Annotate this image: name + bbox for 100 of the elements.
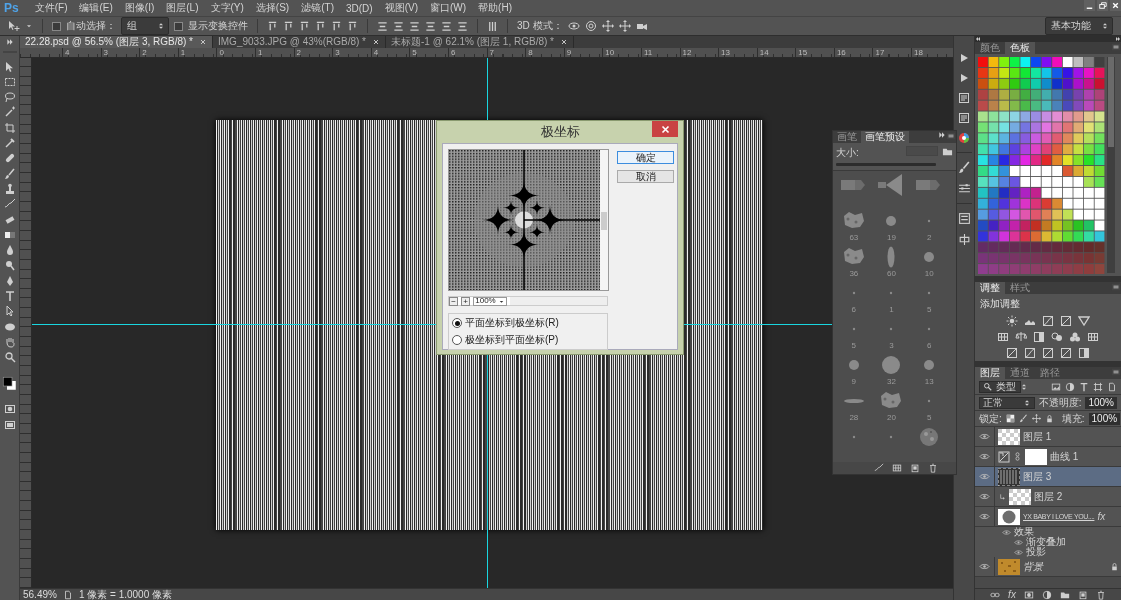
visibility-eye-icon[interactable]	[979, 451, 990, 462]
menu-item[interactable]: 文件(F)	[28, 1, 74, 15]
orbit-icon[interactable]	[567, 20, 580, 32]
halfsq-icon[interactable]	[1033, 331, 1045, 343]
distribute-icon[interactable]	[393, 20, 404, 32]
square-icon[interactable]	[1060, 315, 1072, 327]
zoom-out-button[interactable]: −	[449, 296, 458, 306]
document-tab[interactable]: 22.28.psd @ 56.5% (图层 3, RGB/8) *	[20, 36, 213, 48]
halfcircle-icon[interactable]	[1065, 381, 1075, 392]
restore-icon[interactable]	[1097, 0, 1108, 11]
trash-icon[interactable]	[1095, 589, 1106, 600]
type-icon[interactable]	[3, 290, 16, 303]
menu-item[interactable]: 编辑(E)	[73, 1, 119, 15]
trio-icon[interactable]	[1069, 331, 1081, 343]
panel-tab[interactable]: 颜色	[975, 42, 1005, 54]
halfsq-icon[interactable]	[1078, 347, 1090, 359]
align-icon[interactable]	[315, 20, 326, 32]
hand-icon[interactable]	[3, 335, 16, 348]
lock-icon[interactable]	[1044, 414, 1054, 423]
halfcircle-icon[interactable]	[1041, 589, 1052, 600]
type-icon[interactable]	[1079, 381, 1089, 392]
dialog-button[interactable]: 取消	[617, 170, 674, 183]
layout-icon[interactable]	[957, 233, 971, 246]
panel-tab[interactable]: 调整	[975, 282, 1005, 294]
sun-icon[interactable]	[1006, 315, 1018, 327]
brushmark-icon[interactable]	[874, 463, 884, 473]
brush-icon[interactable]	[957, 161, 971, 174]
scrollbar[interactable]	[600, 150, 608, 290]
brush-icon[interactable]	[1018, 414, 1028, 423]
fill-field[interactable]: 100%	[1088, 412, 1121, 425]
zoom-in-button[interactable]: +	[461, 296, 470, 306]
color-wheel-icon[interactable]	[958, 132, 970, 144]
grid-icon[interactable]	[1087, 331, 1099, 343]
visibility-eye-icon[interactable]	[979, 511, 990, 522]
distribute-icon[interactable]	[409, 20, 420, 32]
menu-item[interactable]: 选择(S)	[249, 1, 296, 15]
double-arrow-icon[interactable]	[1115, 36, 1121, 42]
close-icon[interactable]	[199, 38, 207, 46]
menu-icon[interactable]	[1111, 282, 1121, 292]
screen-icon[interactable]	[3, 418, 16, 431]
panel-tab[interactable]: 路径	[1035, 367, 1065, 379]
close-icon[interactable]	[559, 38, 568, 46]
target-icon[interactable]	[584, 20, 597, 32]
visibility-eye-icon[interactable]	[979, 561, 990, 572]
chain-icon[interactable]	[1013, 452, 1022, 461]
stamp-icon[interactable]	[3, 182, 16, 195]
radio-button[interactable]	[452, 318, 462, 328]
opacity-field[interactable]: 100%	[1085, 396, 1117, 409]
blend-mode-dropdown[interactable]: 正常	[979, 396, 1035, 409]
panel-tab[interactable]: 图层	[975, 367, 1005, 379]
newpage-icon[interactable]	[1077, 589, 1088, 600]
layer-row[interactable]: 图层 3	[975, 467, 1121, 487]
distribute-icon[interactable]	[377, 20, 388, 32]
pointer-icon[interactable]	[3, 305, 16, 318]
scrollbar[interactable]	[1107, 57, 1115, 273]
close-icon[interactable]	[1110, 0, 1121, 11]
menu-item[interactable]: 窗口(W)	[424, 1, 473, 15]
info-icon[interactable]	[958, 92, 970, 104]
checkbox[interactable]	[52, 21, 61, 31]
menu-icon[interactable]	[1111, 367, 1121, 377]
panel-tab[interactable]: 画笔	[833, 131, 861, 143]
paragraph-icon[interactable]	[957, 212, 971, 225]
crop-icon[interactable]	[3, 121, 16, 134]
page-icon[interactable]	[1107, 381, 1117, 392]
radio-button[interactable]	[452, 335, 462, 345]
workspace-dropdown[interactable]: 基本功能	[1045, 17, 1113, 35]
group-dropdown[interactable]: 组	[121, 17, 169, 35]
lasso-icon[interactable]	[3, 91, 16, 104]
menu-item[interactable]: 滤镜(T)	[295, 1, 340, 15]
layer-row[interactable]: 曲线 1	[975, 447, 1121, 467]
image-icon[interactable]	[1051, 381, 1061, 392]
menu-item[interactable]: 图层(L)	[160, 1, 205, 15]
align-icon[interactable]	[331, 20, 342, 32]
marquee-icon[interactable]	[3, 75, 16, 88]
scrollbar[interactable]	[510, 297, 607, 305]
distribute-icon[interactable]	[425, 20, 436, 32]
panel-tab[interactable]: 色板	[1005, 42, 1035, 54]
menu-item[interactable]: 视图(V)	[378, 1, 424, 15]
info-icon[interactable]	[958, 112, 970, 124]
play-icon[interactable]	[958, 72, 970, 84]
align-icon[interactable]	[267, 20, 278, 32]
cross-icon[interactable]	[618, 20, 631, 32]
circles-icon[interactable]	[1051, 331, 1063, 343]
close-icon[interactable]	[372, 38, 380, 46]
fan-brush-icon[interactable]	[878, 174, 905, 196]
double-arrow-icon[interactable]	[975, 36, 981, 42]
dropper-icon[interactable]	[3, 137, 16, 150]
square-icon[interactable]	[1006, 347, 1018, 359]
panel-tab[interactable]: 通道	[1005, 367, 1035, 379]
align-icon[interactable]	[283, 20, 294, 32]
distribute-icon[interactable]	[441, 20, 452, 32]
visibility-eye-icon[interactable]	[979, 491, 990, 502]
visibility-eye-icon[interactable]	[979, 431, 990, 442]
menu-icon[interactable]	[1111, 42, 1121, 52]
zoom-dropdown[interactable]: 100%	[473, 296, 507, 306]
mask-thumbnail[interactable]	[1025, 448, 1047, 465]
double-arrow-icon[interactable]	[5, 38, 14, 46]
triangle-icon[interactable]	[1078, 315, 1090, 327]
grid-icon[interactable]	[892, 463, 902, 473]
checkbox[interactable]	[174, 21, 183, 31]
